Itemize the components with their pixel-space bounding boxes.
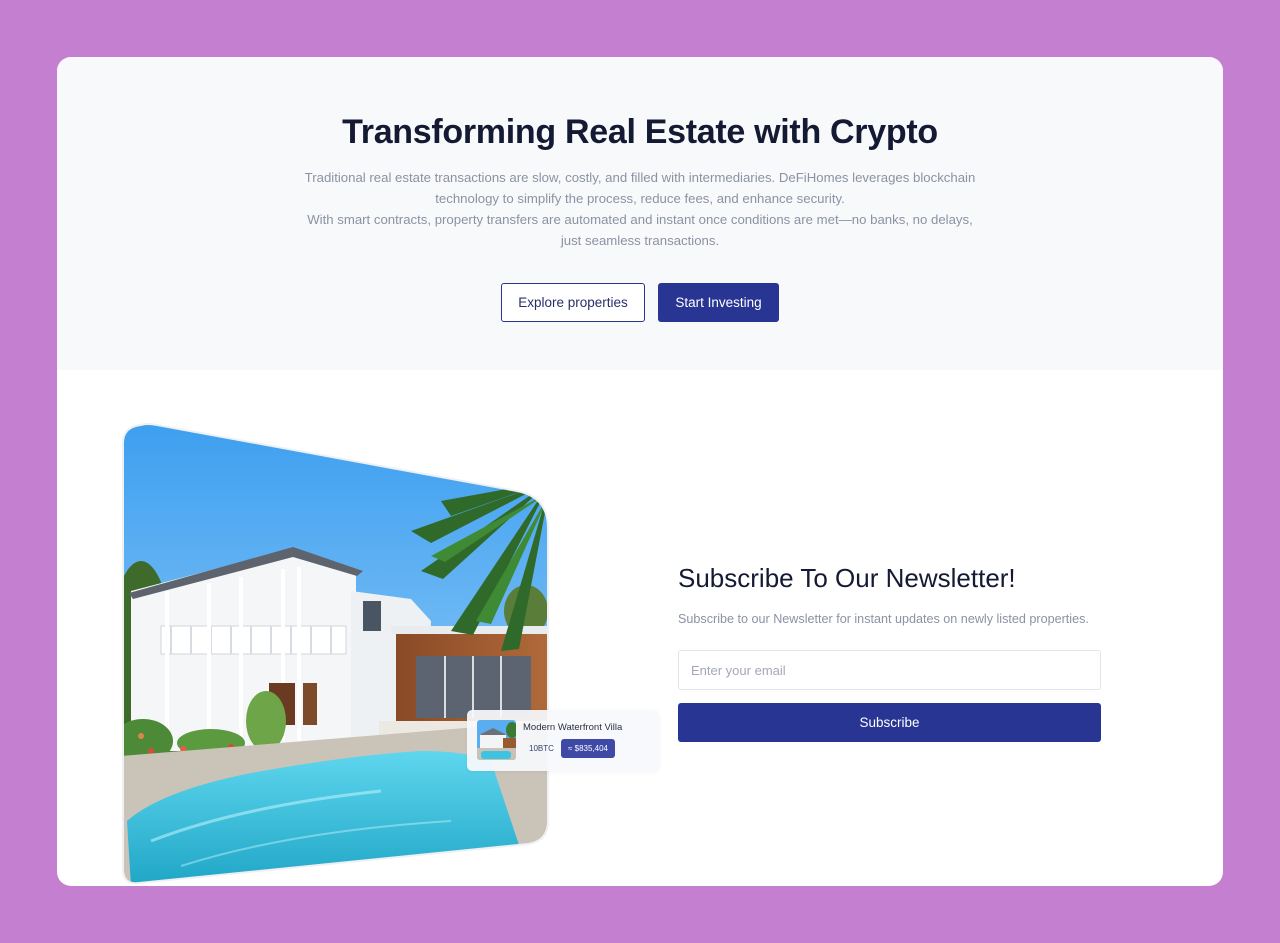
price-btc: 10BTC xyxy=(529,744,554,753)
main-card: Transforming Real Estate with Crypto Tra… xyxy=(57,57,1223,886)
explore-properties-button[interactable]: Explore properties xyxy=(501,283,645,322)
hero-section: Transforming Real Estate with Crypto Tra… xyxy=(57,57,1223,370)
price-usd-badge: ≈ $835,404 xyxy=(561,739,615,758)
subscribe-button[interactable]: Subscribe xyxy=(678,703,1101,742)
hero-description: Traditional real estate transactions are… xyxy=(300,167,980,251)
property-thumbnail xyxy=(477,720,516,760)
hero-paragraph-1: Traditional real estate transactions are… xyxy=(304,170,976,206)
hero-paragraph-2: With smart contracts, property transfers… xyxy=(307,212,973,248)
property-listing-card[interactable]: Modern Waterfront Villa 10BTC ≈ $835,404 xyxy=(467,710,659,771)
property-photo xyxy=(121,421,551,886)
hero-title: Transforming Real Estate with Crypto xyxy=(342,113,938,151)
newsletter-subtitle: Subscribe to our Newsletter for instant … xyxy=(678,612,1089,626)
newsletter-title: Subscribe To Our Newsletter! xyxy=(678,563,1016,593)
email-input[interactable] xyxy=(678,650,1101,690)
property-name: Modern Waterfront Villa xyxy=(523,722,623,733)
start-investing-button[interactable]: Start Investing xyxy=(658,283,779,322)
